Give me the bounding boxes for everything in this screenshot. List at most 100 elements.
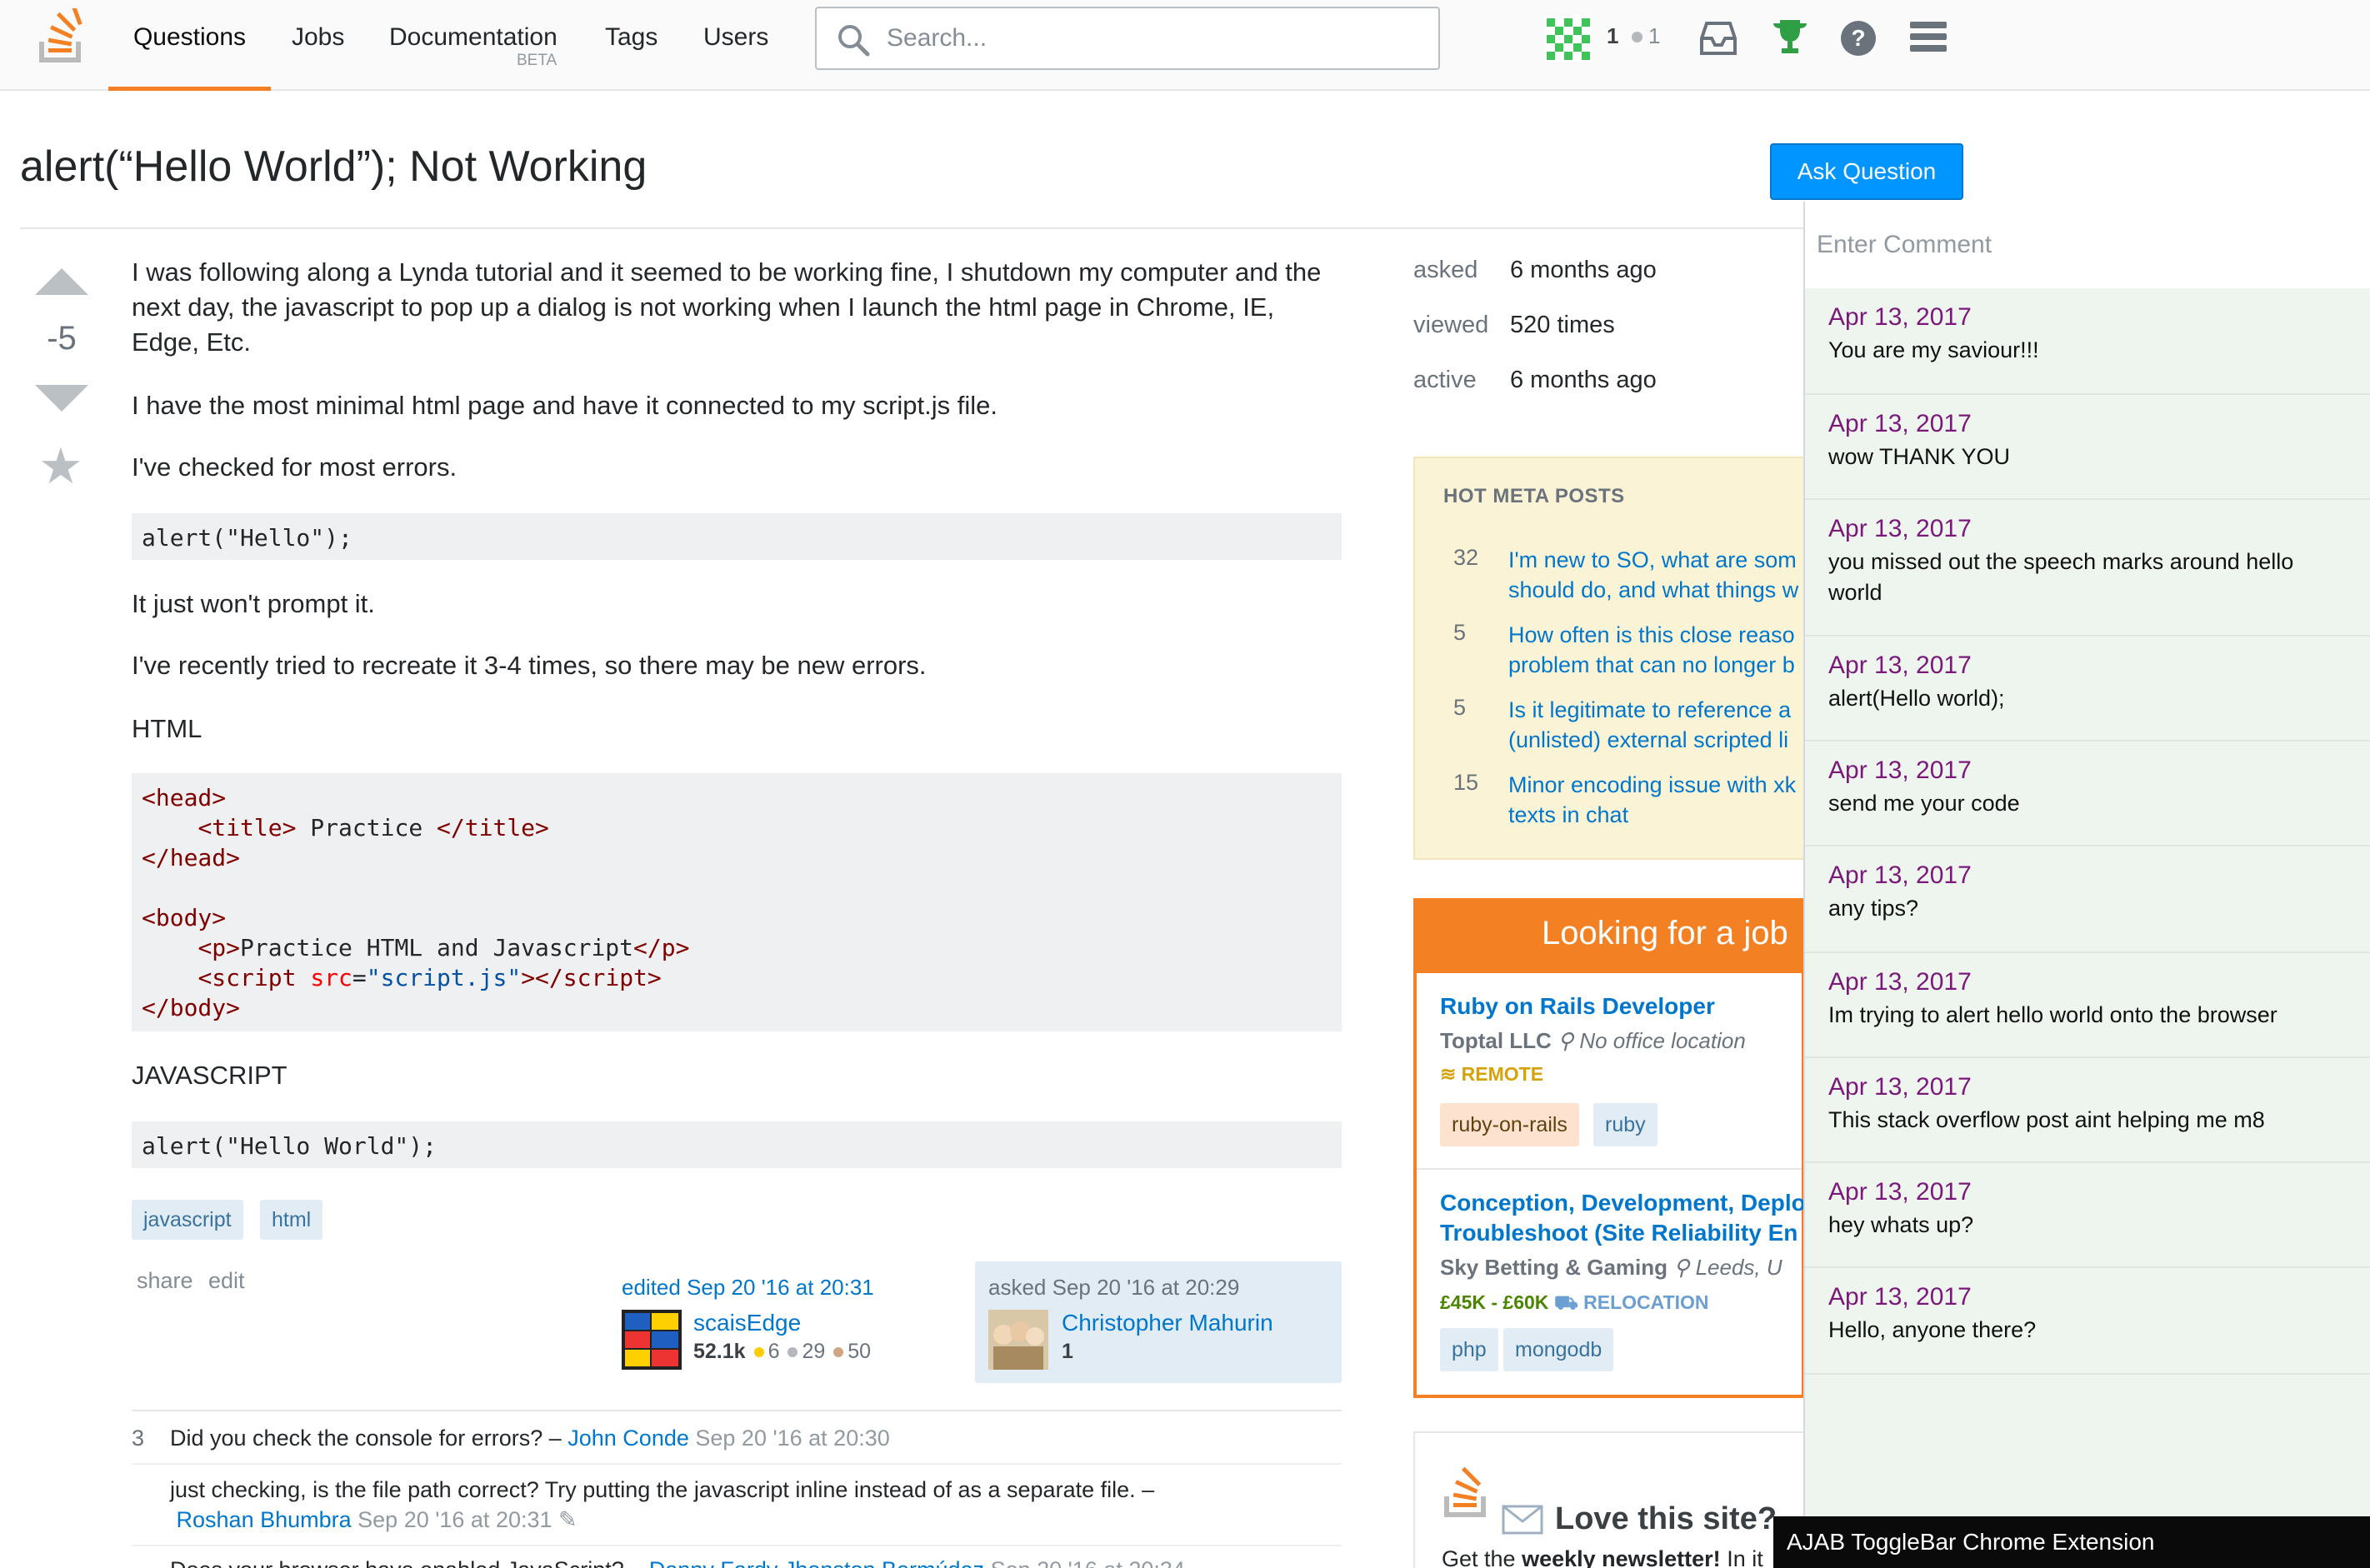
stackoverflow-logo-icon[interactable] xyxy=(33,8,92,67)
js-code-block: alert("Hello World"); xyxy=(132,1121,1342,1168)
location-pin-icon: ⚲ xyxy=(1673,1255,1690,1280)
panel-comment: Apr 13, 2017 Hello, anyone there? xyxy=(1805,1268,2370,1375)
svg-text:?: ? xyxy=(1851,25,1865,51)
comment-text: just checking, is the file path correct?… xyxy=(170,1477,1155,1502)
panel-comment-date: Apr 13, 2017 xyxy=(1828,410,1972,437)
job-salary-range: £45K - £60K xyxy=(1440,1291,1549,1313)
inbox-icon[interactable] xyxy=(1698,20,1738,57)
asker-avatar[interactable] xyxy=(988,1310,1048,1370)
comment-score: 3 xyxy=(132,1426,145,1451)
silver-badge-icon xyxy=(788,1347,798,1358)
panel-comment-date: Apr 13, 2017 xyxy=(1828,1283,1972,1311)
panel-comment-text: Im trying to alert hello world onto the … xyxy=(1828,1002,2278,1027)
meta-post-score: 32 xyxy=(1453,545,1479,570)
post-paragraph: I've recently tried to recreate it 3-4 t… xyxy=(132,651,927,680)
viewed-value: 520 times xyxy=(1510,312,1615,338)
panel-comment-text: send me your code xyxy=(1828,791,2020,816)
html-code-block: <head> <title> Practice </title> </head>… xyxy=(132,773,1342,1031)
panel-comment: Apr 13, 2017 you missed out the speech m… xyxy=(1805,500,2370,637)
meta-post-link[interactable]: I'm new to SO, what are som should do, an… xyxy=(1508,545,1825,605)
panel-comment: Apr 13, 2017 any tips? xyxy=(1805,846,2370,953)
site-switcher-icon[interactable] xyxy=(1910,22,1947,55)
job-title-link[interactable]: Conception, Development, Deplo Troublesho… xyxy=(1440,1188,1806,1248)
favorite-star-icon[interactable]: ★ xyxy=(38,442,83,492)
edited-pencil-icon: ✎ xyxy=(558,1507,578,1532)
search-input[interactable] xyxy=(887,20,1420,57)
achievements-icon[interactable] xyxy=(1770,17,1810,57)
panel-comment-date: Apr 13, 2017 xyxy=(1828,1178,1972,1206)
meta-post-link[interactable]: Minor encoding issue with xk texts in cha… xyxy=(1508,770,1825,830)
comment-user-link[interactable]: Roshan Bhumbra xyxy=(177,1507,352,1532)
comment-date[interactable]: Sep 20 '16 at 20:30 xyxy=(695,1426,889,1451)
meta-post-score: 15 xyxy=(1453,770,1479,795)
job-tag[interactable]: ruby xyxy=(1593,1103,1658,1146)
upvote-arrow-icon[interactable] xyxy=(35,268,88,295)
tag-javascript[interactable]: javascript xyxy=(132,1200,243,1240)
comment-date[interactable]: Sep 20 '16 at 20:34 xyxy=(991,1557,1185,1568)
question-title[interactable]: alert(“Hello World”); Not Working xyxy=(20,142,647,192)
search-box[interactable] xyxy=(815,7,1440,70)
bronze-badge-count: 1 xyxy=(1648,23,1661,48)
editor-name-link[interactable]: scaisEdge xyxy=(693,1310,801,1336)
user-avatar-icon[interactable] xyxy=(1545,15,1592,62)
jobs-header[interactable]: Looking for a job xyxy=(1413,898,1808,973)
code-line: alert("Hello"); xyxy=(142,524,352,552)
location-pin-icon: ⚲ xyxy=(1558,1028,1574,1053)
code-line: alert("Hello World"); xyxy=(142,1132,438,1160)
nav-questions[interactable]: Questions xyxy=(108,23,271,91)
comment-input[interactable] xyxy=(1805,202,2370,288)
share-link[interactable]: share xyxy=(137,1268,193,1294)
meta-post-link[interactable]: Is it legitimate to reference a (unlisted… xyxy=(1508,695,1825,755)
editor-signature: edited Sep 20 '16 at 20:31 scaisEdge 52.… xyxy=(617,1261,967,1383)
edit-link[interactable]: edit xyxy=(208,1268,245,1294)
documentation-beta-badge: BETA xyxy=(517,52,558,69)
panel-comment: Apr 13, 2017 send me your code xyxy=(1805,742,2370,846)
panel-comment-date: Apr 13, 2017 xyxy=(1828,757,1972,784)
relocation-truck-icon: ⛟ xyxy=(1553,1291,1578,1313)
nav-documentation[interactable]: Documentation xyxy=(389,23,558,52)
downvote-arrow-icon[interactable] xyxy=(35,385,88,412)
comment-date[interactable]: Sep 20 '16 at 20:31 xyxy=(358,1507,552,1532)
ask-question-button[interactable]: Ask Question xyxy=(1770,143,1963,200)
newsletter-widget: Love this site? Get the weekly newslette… xyxy=(1413,1431,1805,1568)
jobs-title[interactable]: Looking for a job xyxy=(1542,915,1788,952)
comment-user-link[interactable]: Danny Fardy Jhonston Bermúdez xyxy=(649,1557,984,1568)
job-title-link[interactable]: Ruby on Rails Developer xyxy=(1440,991,1715,1021)
job-title-line: Conception, Development, Deplo xyxy=(1440,1190,1806,1216)
newsletter-sub-suffix: In it xyxy=(1720,1546,1763,1568)
help-icon[interactable]: ? xyxy=(1840,20,1877,57)
editor-avatar[interactable] xyxy=(622,1310,682,1370)
asker-name-link[interactable]: Christopher Mahurin xyxy=(1062,1310,1273,1336)
panel-comment-date: Apr 13, 2017 xyxy=(1828,968,1972,996)
edited-timestamp-link[interactable]: edited Sep 20 '16 at 20:31 xyxy=(622,1275,874,1301)
togglebar-footer[interactable]: AJAB ToggleBar Chrome Extension xyxy=(1773,1516,2370,1568)
job-tag[interactable]: ruby-on-rails xyxy=(1440,1103,1579,1146)
meta-post-line: Is it legitimate to reference a xyxy=(1508,697,1792,722)
title-divider xyxy=(20,227,1803,229)
code-block: alert("Hello"); xyxy=(132,513,1342,560)
active-value[interactable]: 6 months ago xyxy=(1510,367,1657,394)
gold-badge-icon xyxy=(753,1347,764,1358)
viewed-label: viewed xyxy=(1413,312,1489,338)
asked-timestamp: asked Sep 20 '16 at 20:29 xyxy=(988,1275,1240,1300)
comment-user-link[interactable]: John Conde xyxy=(568,1426,689,1451)
nav-tags[interactable]: Tags xyxy=(605,23,658,52)
meta-post-link[interactable]: How often is this close reaso problem tha… xyxy=(1508,620,1825,680)
reputation-count[interactable]: 1 xyxy=(1607,23,1618,49)
job-tag[interactable]: mongodb xyxy=(1503,1328,1614,1371)
tag-html[interactable]: html xyxy=(260,1200,323,1240)
post-paragraph: I've checked for most errors. xyxy=(132,452,458,482)
newsletter-link[interactable]: weekly newsletter! xyxy=(1522,1546,1721,1568)
nav-jobs[interactable]: Jobs xyxy=(292,23,344,52)
job-company-name: Sky Betting & Gaming xyxy=(1440,1255,1668,1280)
job-tag[interactable]: php xyxy=(1440,1328,1498,1371)
top-bar: Questions Jobs Documentation BETA Tags U… xyxy=(0,0,2370,91)
meta-post-line: texts in chat xyxy=(1508,802,1629,827)
panel-comment-date: Apr 13, 2017 xyxy=(1828,1073,1972,1101)
newsletter-subtitle: Get the weekly newsletter! In it xyxy=(1442,1546,1763,1568)
nav-users[interactable]: Users xyxy=(703,23,768,52)
hot-meta-posts-title: HOT META POSTS xyxy=(1443,485,1625,507)
panel-comment: Apr 13, 2017 hey whats up? xyxy=(1805,1163,2370,1268)
jobs-widget: Looking for a job Ruby on Rails Develope… xyxy=(1413,898,1808,1398)
stackoverflow-logo-icon xyxy=(1444,1466,1486,1517)
